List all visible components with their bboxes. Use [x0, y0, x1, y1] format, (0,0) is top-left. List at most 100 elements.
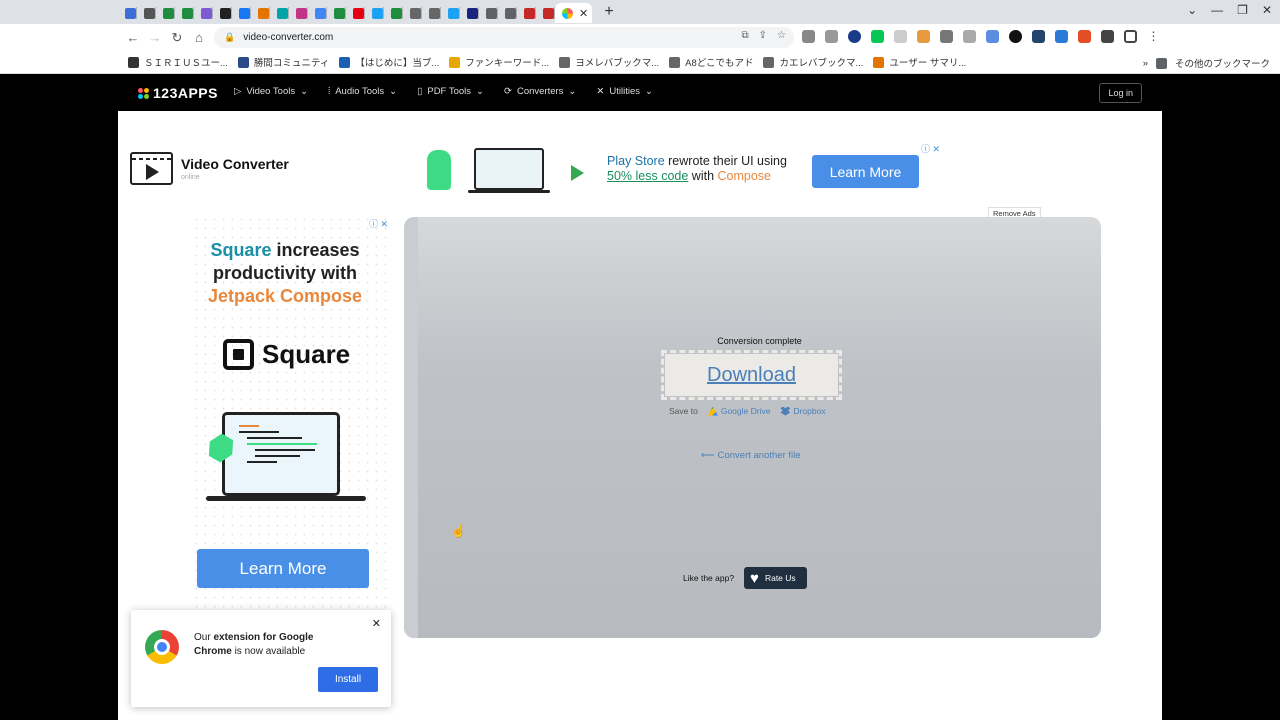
extension-icon[interactable]	[940, 30, 953, 43]
browser-tab[interactable]: ス	[422, 3, 441, 23]
browser-tab[interactable]: Ar	[213, 3, 232, 23]
link-label: Google Drive	[720, 406, 771, 416]
play-store-icon	[571, 165, 584, 181]
tab-favicon-icon	[334, 7, 345, 19]
extension-icon[interactable]	[986, 30, 999, 43]
menu-converters[interactable]: ⟳ Converters ⌄	[504, 86, 576, 97]
ad-learn-more-button[interactable]: Learn More	[197, 549, 369, 588]
close-icon[interactable]: ✕	[372, 617, 381, 630]
sidepanel-icon[interactable]	[1124, 30, 1137, 43]
square-logo: Square	[223, 339, 350, 370]
ad-close-icon[interactable]: ⓘ ✕	[369, 217, 388, 230]
reload-icon[interactable]: ↻	[166, 30, 188, 46]
extension-icon[interactable]	[825, 30, 838, 43]
extension-icon[interactable]	[963, 30, 976, 43]
browser-tab[interactable]: 拡	[118, 3, 137, 23]
home-icon[interactable]: ⌂	[188, 30, 210, 45]
convert-another-link[interactable]: ⟵ Convert another file	[701, 450, 801, 461]
extension-icon[interactable]	[1055, 30, 1068, 43]
bookmark-star-icon[interactable]: ☆	[777, 30, 786, 41]
browser-tab[interactable]: 月	[384, 3, 403, 23]
dropbox-icon	[780, 406, 791, 416]
forward-icon[interactable]: →	[144, 30, 166, 45]
browser-tab[interactable]: Le	[536, 3, 555, 23]
extension-icon[interactable]	[917, 30, 930, 43]
install-button[interactable]: Install	[318, 667, 378, 692]
login-button[interactable]: Log in	[1099, 83, 1142, 103]
app-title: Video Converter	[181, 156, 289, 172]
browser-tab[interactable]: Or	[498, 3, 517, 23]
ad-close-icon[interactable]: ⓘ ✕	[921, 142, 940, 155]
browser-tab[interactable]: レ	[270, 3, 289, 23]
tab-search-icon[interactable]: ⌄	[1187, 3, 1197, 17]
dropbox-link[interactable]: Dropbox	[780, 406, 826, 416]
lock-icon[interactable]: 🔒	[224, 32, 235, 43]
bookmarks-bar: ＳＩＲＩＵＳユー... 勝間コミュニティ 【はじめに】当ブ... ファンキーワード..…	[0, 51, 1280, 74]
bookmark-item[interactable]: カエレバブックマ...	[763, 55, 863, 69]
ad-headline: Play Store rewrote their UI using 50% le…	[607, 154, 787, 184]
download-button[interactable]: Download	[661, 350, 842, 400]
menu-pdf-tools[interactable]: ▯ PDF Tools ⌄	[417, 86, 484, 97]
address-bar[interactable]: 🔒 video-converter.com ⧉ ⇪ ☆	[214, 27, 794, 48]
browser-tab[interactable]: (2	[232, 3, 251, 23]
browser-tab[interactable]: ホ	[479, 3, 498, 23]
browser-tab[interactable]: 商	[441, 3, 460, 23]
site-logo[interactable]: 123APPS	[138, 85, 218, 101]
bookmark-item[interactable]: ユーザー サマリ...	[873, 55, 966, 69]
bookmark-item[interactable]: A8どこでもアド	[669, 55, 753, 69]
bookmark-item[interactable]: 勝間コミュニティ	[237, 55, 329, 69]
browser-tab[interactable]: ダ	[194, 3, 213, 23]
extension-icon[interactable]	[848, 30, 861, 43]
browser-tab[interactable]: 投	[403, 3, 422, 23]
ad-learn-more-button[interactable]: Learn More	[812, 155, 919, 188]
extension-icon[interactable]	[802, 30, 815, 43]
browser-tab[interactable]: 月	[327, 3, 346, 23]
side-ad[interactable]: ⓘ ✕ Square increases productivity with J…	[192, 215, 390, 625]
browser-tab[interactable]: 文	[365, 3, 384, 23]
extension-icon[interactable]	[894, 30, 907, 43]
browser-tab[interactable]: 新	[289, 3, 308, 23]
rate-us-button[interactable]: ♥ Rate Us	[744, 567, 807, 589]
active-tab[interactable]: ✕	[555, 3, 592, 23]
menu-video-tools[interactable]: ▷ Video Tools ⌄	[234, 86, 308, 97]
menu-dots-icon[interactable]: ⋮	[1147, 30, 1160, 43]
browser-tab[interactable]: 消	[346, 3, 365, 23]
extension-icon[interactable]	[871, 30, 884, 43]
bookmark-item[interactable]: 【はじめに】当ブ...	[339, 55, 439, 69]
bookmark-item[interactable]: ＳＩＲＩＵＳユー...	[128, 55, 228, 69]
bookmarks-overflow-icon[interactable]: »	[1143, 58, 1148, 69]
share-icon[interactable]: ⇪	[759, 30, 767, 41]
google-drive-link[interactable]: Google Drive	[707, 406, 771, 416]
back-icon[interactable]: ←	[122, 30, 144, 45]
bookmark-label: ＳＩＲＩＵＳユー...	[144, 58, 228, 69]
minimize-icon[interactable]: —	[1211, 3, 1223, 17]
extension-icon[interactable]	[1032, 30, 1045, 43]
browser-tab[interactable]: Le	[517, 3, 536, 23]
bookmark-label: 【はじめに】当ブ...	[355, 58, 440, 69]
android-icon	[427, 150, 451, 190]
menu-utilities[interactable]: ✕ Utilities ⌄	[596, 86, 653, 97]
new-tab-button[interactable]: +	[600, 3, 618, 21]
browser-tab[interactable]: Ch	[156, 3, 175, 23]
extension-icon[interactable]	[1009, 30, 1022, 43]
bookmark-item[interactable]: ファンキーワード...	[449, 55, 549, 69]
bookmark-item[interactable]: ヨメレバブックマ...	[559, 55, 659, 69]
maximize-icon[interactable]: ❐	[1237, 3, 1248, 17]
translate-icon[interactable]: ⧉	[742, 30, 749, 41]
puzzle-icon[interactable]	[1101, 30, 1114, 43]
tab-close-icon[interactable]: ✕	[579, 7, 588, 20]
browser-tab[interactable]: ア	[251, 3, 270, 23]
extension-icon[interactable]	[1078, 30, 1091, 43]
ad-text-part: with	[688, 169, 718, 183]
browser-tab[interactable]: Ch	[175, 3, 194, 23]
chrome-icon	[145, 630, 179, 664]
top-banner-ad[interactable]: ⓘ ✕ Play Store rewrote their UI using 50…	[423, 142, 940, 202]
menu-audio-tools[interactable]: ⦙ Audio Tools ⌄	[328, 86, 397, 97]
other-bookmarks[interactable]: その他のブックマーク	[1175, 56, 1270, 70]
browser-toolbar: ← → ↻ ⌂ 🔒 video-converter.com ⧉ ⇪ ☆ ⋮	[0, 24, 1280, 51]
bookmark-favicon-icon	[873, 56, 885, 68]
close-window-icon[interactable]: ✕	[1262, 3, 1272, 17]
browser-tab[interactable]: ブ	[137, 3, 156, 23]
browser-tab[interactable]: Gr	[460, 3, 479, 23]
browser-tab[interactable]: ED	[308, 3, 327, 23]
